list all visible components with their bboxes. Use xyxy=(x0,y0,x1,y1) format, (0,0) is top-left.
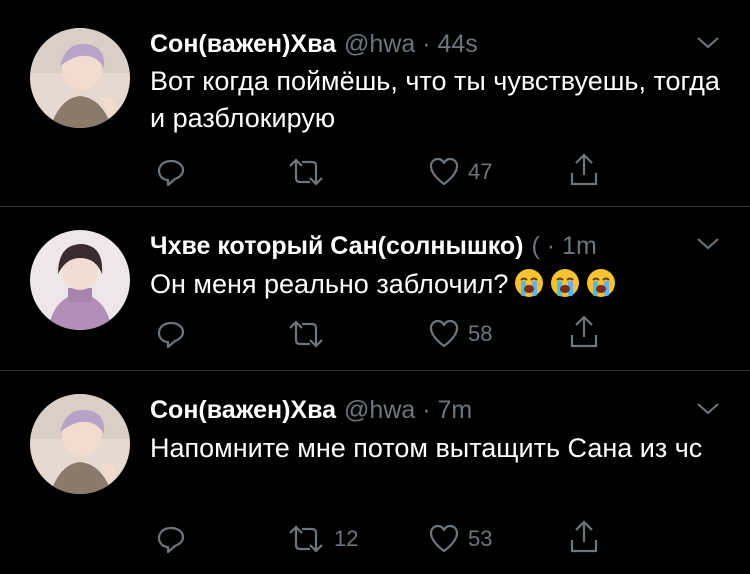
heart-icon xyxy=(429,157,459,186)
retweet-icon xyxy=(289,525,323,553)
share-button[interactable] xyxy=(568,315,600,348)
reply-button[interactable] xyxy=(155,156,187,188)
share-button[interactable] xyxy=(568,153,600,186)
retweet-button[interactable] xyxy=(286,318,334,350)
heart-icon xyxy=(429,319,459,348)
like-count: 53 xyxy=(468,526,493,551)
retweet-icon xyxy=(289,158,323,186)
display-name[interactable]: Сон(важен)Хва xyxy=(150,30,336,58)
share-button[interactable] xyxy=(568,520,600,553)
like-button[interactable]: 58 xyxy=(428,318,492,350)
tweet[interactable]: Сон(важен)Хва @hwa · 44s Вот когда поймёш… xyxy=(0,0,750,206)
reply-icon xyxy=(157,321,185,349)
share-icon xyxy=(570,315,598,348)
handle-time: ( · 1m xyxy=(531,232,597,260)
retweet-count: 12 xyxy=(334,526,359,551)
chevron-down-icon[interactable] xyxy=(694,233,722,253)
heart-icon xyxy=(429,524,459,553)
tweet[interactable]: Сон(важен)Хва @hwa · 7m Напомните мне пот… xyxy=(0,371,750,574)
display-name[interactable]: Чхве который Сан(солнышко) xyxy=(150,232,524,260)
tweet-header: Чхве который Сан(солнышко)( · 1m xyxy=(150,232,597,261)
like-button[interactable]: 47 xyxy=(428,156,492,188)
share-icon xyxy=(570,153,598,186)
tweet[interactable]: Чхве который Сан(солнышко)( · 1m Он меня… xyxy=(0,207,750,370)
avatar[interactable] xyxy=(30,394,130,494)
loudly-crying-face-icon xyxy=(551,269,580,297)
handle-time: @hwa · 44s xyxy=(344,30,478,58)
tweet-text: Напомните мне потом вытащить Сана из чс xyxy=(150,433,703,463)
retweet-icon xyxy=(289,320,323,348)
like-button[interactable]: 53 xyxy=(428,523,492,555)
avatar[interactable] xyxy=(30,230,130,330)
like-count: 47 xyxy=(468,159,493,184)
tweet-text-content: Он меня реально заблочил? xyxy=(150,269,509,299)
tweet-text: Он меня реально заблочил? xyxy=(150,266,730,303)
retweet-button[interactable]: 12 xyxy=(286,523,358,555)
handle-time: @hwa · 7m xyxy=(344,396,473,424)
loudly-crying-face-icon xyxy=(587,269,616,297)
display-name[interactable]: Сон(важен)Хва xyxy=(150,396,336,424)
reply-button[interactable] xyxy=(155,523,187,555)
reply-icon xyxy=(157,526,185,554)
reply-icon xyxy=(157,159,185,187)
tweet-header: Сон(важен)Хва @hwa · 7m xyxy=(150,396,472,425)
chevron-down-icon[interactable] xyxy=(694,32,722,52)
avatar[interactable] xyxy=(30,28,130,128)
tweet-text: Вот когда поймёшь, что ты чувствуешь, то… xyxy=(150,66,720,133)
reply-button[interactable] xyxy=(155,318,187,350)
like-count: 58 xyxy=(468,321,493,346)
share-icon xyxy=(570,520,598,553)
loudly-crying-face-icon xyxy=(515,269,544,297)
tweet-header: Сон(важен)Хва @hwa · 44s xyxy=(150,30,478,59)
chevron-down-icon[interactable] xyxy=(694,398,722,418)
retweet-button[interactable] xyxy=(286,156,334,188)
